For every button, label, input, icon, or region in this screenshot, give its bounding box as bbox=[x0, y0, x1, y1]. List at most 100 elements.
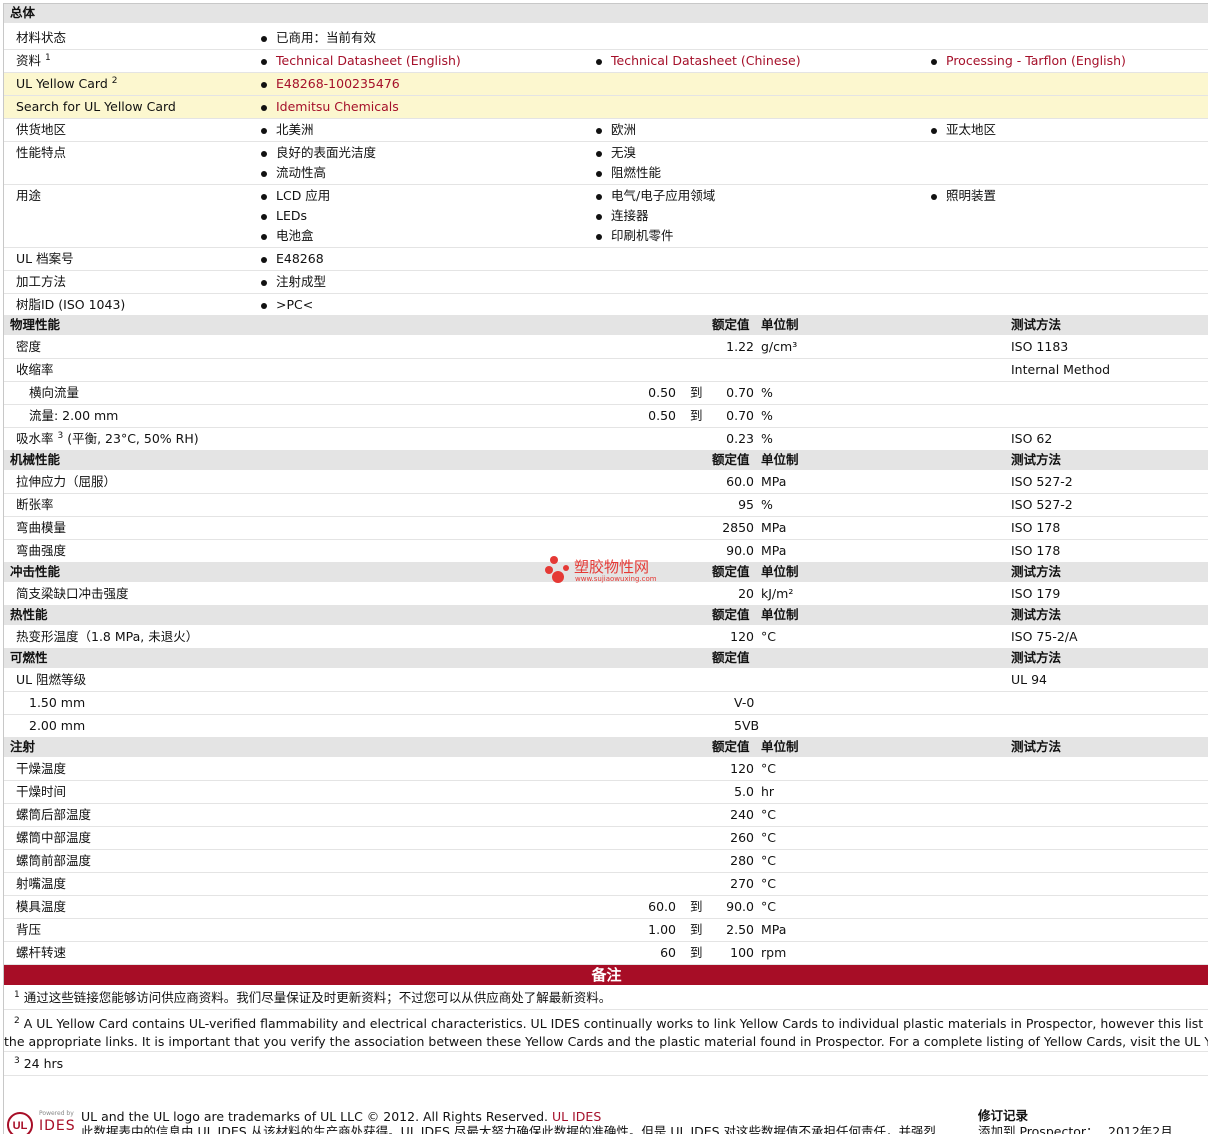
test-method: ISO 527-2 bbox=[1011, 474, 1073, 489]
property-row: 干燥时间 5.0 hr bbox=[4, 781, 1208, 804]
value-rating: 5VB bbox=[734, 718, 760, 733]
value-nominal: 1.22 bbox=[726, 339, 754, 354]
footer: UL Powered by IDES UL and the UL logo ar… bbox=[4, 1102, 1208, 1134]
watermark-url: www.sujiaowuxing.com bbox=[575, 575, 657, 583]
value-nominal: 270 bbox=[730, 876, 754, 891]
property-label: 热变形温度（1.8 MPa, 未退火） bbox=[16, 627, 198, 647]
property-row: 模具温度 60.0 到 90.0 °C bbox=[4, 896, 1208, 919]
row-value: 良好的表面光洁度 bbox=[276, 145, 377, 160]
property-row: 射嘴温度 270 °C bbox=[4, 873, 1208, 896]
value-unit: % bbox=[761, 408, 773, 423]
bullet-icon bbox=[596, 194, 602, 200]
value-nominal: 60.0 bbox=[726, 474, 754, 489]
datasheet: 总体 材料状态 已商用：当前有效 资料 1 Technical Datashee… bbox=[3, 3, 1208, 1134]
link-processing[interactable]: Processing - Tarflon (English) bbox=[946, 51, 1126, 71]
logo-text: IDES bbox=[39, 1118, 76, 1134]
bullet-icon bbox=[261, 280, 267, 286]
property-row: 横向流量 0.50 到 0.70% bbox=[4, 382, 1208, 405]
value-nominal: 120 bbox=[730, 629, 754, 644]
property-row: 简支梁缺口冲击强度 20 kJ/m² ISO 179 bbox=[4, 583, 1208, 606]
ides-logo: UL Powered by IDES bbox=[6, 1106, 76, 1134]
row-features: 性能特点 良好的表面光洁度 无溴 流动性高 阻燃性能 bbox=[4, 142, 1208, 185]
bullet-icon bbox=[596, 171, 602, 177]
value-unit: °C bbox=[761, 629, 776, 644]
test-method: ISO 178 bbox=[1011, 520, 1061, 535]
value-unit: rpm bbox=[761, 945, 787, 960]
property-row: 2.00 mm 5VB bbox=[4, 715, 1208, 738]
row-processing: 加工方法 注射成型 bbox=[4, 271, 1208, 294]
value-to: 到 bbox=[690, 922, 703, 937]
header-method: 测试方法 bbox=[1011, 739, 1062, 754]
link-datasheet-chinese[interactable]: Technical Datasheet (Chinese) bbox=[611, 51, 801, 71]
revision-label: 添加到 Prospector： bbox=[978, 1124, 1099, 1134]
property-row: 拉伸应力（屈服） 60.0 MPa ISO 527-2 bbox=[4, 471, 1208, 494]
note-number: 1 bbox=[14, 990, 20, 1000]
logo-powered-by: Powered by bbox=[39, 1110, 74, 1117]
value-nominal: 0.70 bbox=[726, 408, 754, 423]
property-name: 模具温度 bbox=[16, 899, 67, 914]
property-label: 弯曲强度 bbox=[16, 541, 66, 561]
property-name: 热变形温度（1.8 MPa, 未退火） bbox=[16, 629, 199, 644]
property-row: 吸水率 3 (平衡, 23°C, 50% RH) 0.23% ISO 62 bbox=[4, 428, 1208, 451]
revision-date: 2012年2月 bbox=[1108, 1124, 1173, 1134]
test-method: ISO 75-2/A bbox=[1011, 629, 1078, 644]
row-docs: 资料 1 Technical Datasheet (English) Techn… bbox=[4, 50, 1208, 73]
property-label: 螺杆转速 bbox=[16, 943, 66, 963]
header-nominal: 额定值 bbox=[712, 564, 750, 579]
property-name: 密度 bbox=[16, 339, 42, 354]
header-method: 测试方法 bbox=[1011, 452, 1062, 467]
test-method: ISO 527-2 bbox=[1011, 497, 1073, 512]
property-name: 吸水率 bbox=[16, 431, 54, 446]
section-general: 总体 bbox=[4, 4, 1208, 23]
row-label: 树脂ID (ISO 1043) bbox=[16, 297, 126, 312]
property-row: 1.50 mm V-0 bbox=[4, 692, 1208, 715]
value-nominal: 20 bbox=[738, 586, 754, 601]
row-label: 材料状态 bbox=[16, 30, 67, 45]
header-method: 测试方法 bbox=[1011, 607, 1062, 622]
link-yellow-card[interactable]: E48268-100235476 bbox=[276, 74, 400, 94]
value-unit: hr bbox=[761, 784, 775, 799]
value-unit: °C bbox=[761, 899, 776, 914]
row-label: 资料 1 bbox=[16, 53, 51, 68]
row-label: Search for UL Yellow Card bbox=[16, 99, 176, 114]
bullet-icon bbox=[261, 105, 267, 111]
header-method: 测试方法 bbox=[1011, 317, 1062, 332]
value-nominal: 0.23 bbox=[726, 431, 754, 446]
value-unit: kJ/m² bbox=[761, 586, 794, 601]
value-min: 0.50 bbox=[648, 408, 676, 423]
value-unit: MPa bbox=[761, 520, 787, 535]
bullet-icon bbox=[931, 194, 937, 200]
bullet-icon bbox=[261, 82, 267, 88]
row-material-status: 材料状态 已商用：当前有效 bbox=[4, 27, 1208, 50]
row-value: 北美洲 bbox=[276, 122, 314, 137]
section-thermal: 热性能 额定值 单位制 测试方法 bbox=[4, 606, 1208, 625]
property-row: 密度 1.22 g/cm³ ISO 1183 bbox=[4, 336, 1208, 359]
value-nominal: 5.0 bbox=[734, 784, 754, 799]
value-to: 到 bbox=[690, 945, 703, 960]
header-unit: 单位制 bbox=[761, 452, 799, 467]
property-label: 干燥时间 bbox=[16, 782, 66, 802]
bullet-icon bbox=[261, 36, 267, 42]
link-idemitsu[interactable]: Idemitsu Chemicals bbox=[276, 97, 399, 117]
link-datasheet-english[interactable]: Technical Datasheet (English) bbox=[276, 51, 461, 71]
property-name: 弯曲强度 bbox=[16, 543, 67, 558]
property-label: 流量: 2.00 mm bbox=[29, 406, 118, 426]
value-nominal: 120 bbox=[730, 761, 754, 776]
row-yellow-card: UL Yellow Card 2 E48268-100235476 bbox=[4, 73, 1208, 96]
value-unit: % bbox=[761, 385, 773, 400]
value-min: 0.50 bbox=[648, 385, 676, 400]
row-value: E48268 bbox=[276, 251, 324, 266]
test-method: ISO 62 bbox=[1011, 431, 1053, 446]
property-label: 模具温度 bbox=[16, 897, 66, 917]
property-name: 1.50 mm bbox=[29, 695, 86, 710]
property-label: 吸水率 3 (平衡, 23°C, 50% RH) bbox=[16, 429, 199, 449]
property-row: 螺筒中部温度 260 °C bbox=[4, 827, 1208, 850]
bullet-icon bbox=[261, 171, 267, 177]
property-row: UL 阻燃等级 UL 94 bbox=[4, 669, 1208, 692]
bullet-icon bbox=[261, 59, 267, 65]
section-title: 物理性能 bbox=[10, 317, 61, 332]
property-label: UL 阻燃等级 bbox=[16, 670, 86, 690]
value-unit: % bbox=[761, 497, 773, 512]
property-label: 密度 bbox=[16, 337, 41, 357]
row-value: 已商用：当前有效 bbox=[276, 30, 377, 45]
